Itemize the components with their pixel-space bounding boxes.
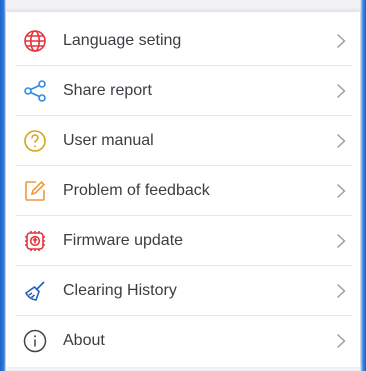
menu-item-about[interactable]: About [6, 316, 360, 366]
chevron-right-icon [336, 83, 346, 99]
globe-icon [23, 29, 47, 53]
menu-item-label: User manual [63, 132, 154, 149]
menu-item-label: Share report [63, 82, 152, 99]
chevron-right-icon [336, 133, 346, 149]
menu-item-problem-feedback[interactable]: Problem of feedback [6, 166, 360, 216]
chevron-right-icon [336, 283, 346, 299]
chevron-right-icon [336, 333, 346, 349]
chevron-right-icon [336, 183, 346, 199]
menu-item-language-setting[interactable]: Language seting [6, 16, 360, 66]
menu-item-user-manual[interactable]: User manual [6, 116, 360, 166]
share-icon [23, 79, 47, 103]
chevron-right-icon [336, 33, 346, 49]
settings-menu: Language seting Share report User manual… [6, 12, 360, 367]
question-icon [23, 129, 47, 153]
info-icon [23, 329, 47, 353]
firmware-update-icon [23, 229, 47, 253]
menu-item-share-report[interactable]: Share report [6, 66, 360, 116]
menu-item-firmware-update[interactable]: Firmware update [6, 216, 360, 266]
broom-icon [23, 279, 47, 303]
menu-item-label: Language seting [63, 32, 182, 49]
edit-icon [23, 179, 47, 203]
app-frame: Language seting Share report User manual… [0, 0, 366, 371]
chevron-right-icon [336, 233, 346, 249]
menu-item-label: Clearing History [63, 282, 177, 299]
menu-item-label: Problem of feedback [63, 182, 210, 199]
menu-item-label: About [63, 332, 105, 349]
menu-item-label: Firmware update [63, 232, 184, 249]
menu-item-clearing-history[interactable]: Clearing History [6, 266, 360, 316]
